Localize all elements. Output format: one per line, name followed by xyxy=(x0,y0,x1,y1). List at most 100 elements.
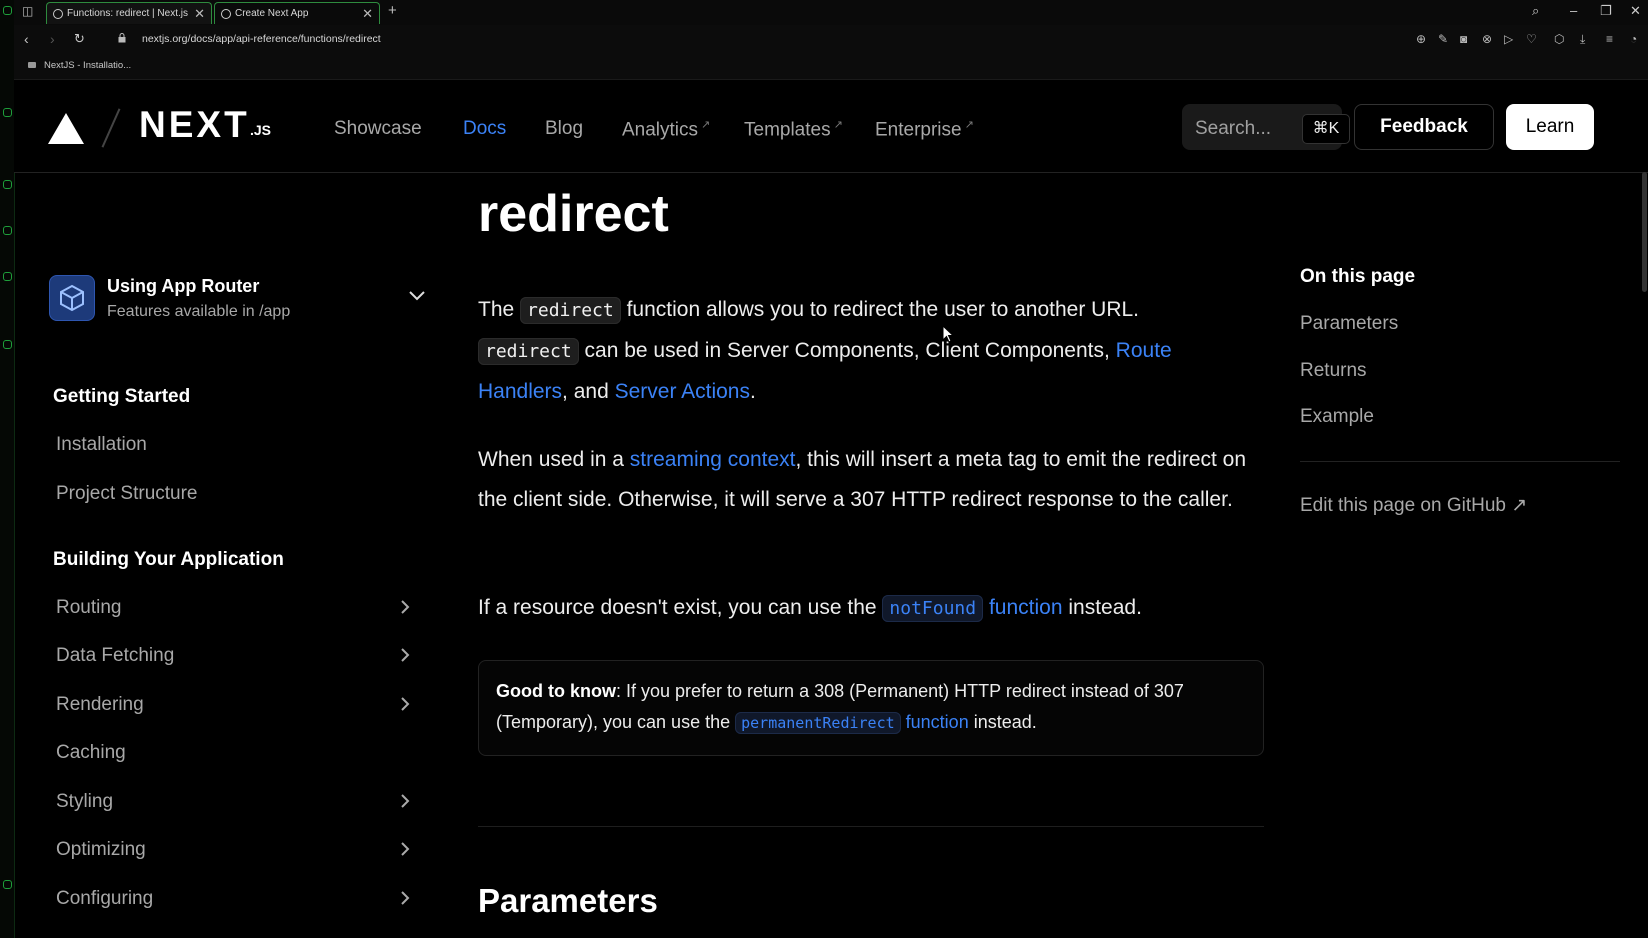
chevron-right-icon xyxy=(401,648,410,662)
logo-divider xyxy=(101,108,121,148)
nav-blog[interactable]: Blog xyxy=(545,118,583,140)
sidebar-heading-building: Building Your Application xyxy=(53,549,284,570)
intro-paragraph: The redirect function allows you to redi… xyxy=(478,297,1172,403)
sidebar-item-optimizing[interactable]: Optimizing xyxy=(56,839,410,873)
learn-button[interactable]: Learn xyxy=(1506,104,1594,150)
permanent-redirect-code-link[interactable]: permanentRedirect xyxy=(735,712,901,734)
router-selector-subtitle: Features available in /app xyxy=(107,303,291,320)
bookmark-favicon-icon xyxy=(28,62,36,68)
nav-enterprise[interactable]: Enterprise ↗ xyxy=(875,118,974,141)
chevron-right-icon xyxy=(401,842,410,856)
reload-icon[interactable]: ↻ xyxy=(74,31,85,47)
chevron-right-icon xyxy=(401,600,410,614)
external-link-icon: ↗ xyxy=(701,119,711,131)
globe-favicon-icon xyxy=(221,9,231,19)
tab-overview-icon[interactable]: ◫ xyxy=(22,4,33,18)
feedback-button[interactable]: Feedback xyxy=(1354,104,1494,150)
sidebar-item-project-structure[interactable]: Project Structure xyxy=(56,483,410,517)
cube-icon[interactable]: ⬡ xyxy=(1554,32,1564,46)
tab-title: Create Next App xyxy=(235,8,309,19)
notfound-code-link[interactable]: notFound xyxy=(882,595,984,622)
external-link-icon: ↗ xyxy=(833,119,843,131)
chevron-right-icon xyxy=(401,891,410,905)
search-tabs-icon[interactable]: ⌕ xyxy=(1532,3,1539,19)
download-icon[interactable]: ⤓ xyxy=(1580,32,1585,47)
close-tab-icon[interactable]: ✕ xyxy=(194,3,205,24)
section-divider xyxy=(478,826,1264,827)
router-selector-title[interactable]: Using App Router xyxy=(107,276,259,297)
external-link-icon: ↗ xyxy=(1511,495,1528,516)
mouse-cursor-icon xyxy=(942,325,954,343)
chevron-right-icon xyxy=(401,697,410,711)
sidebar-item-caching[interactable]: Caching xyxy=(56,742,410,776)
parameters-heading: Parameters xyxy=(478,882,658,919)
lock-icon xyxy=(118,33,126,43)
sidebar-heading-getting-started: Getting Started xyxy=(53,386,191,407)
browser-tab-bar: ◫ Functions: redirect | Next.js ✕ Create… xyxy=(14,0,1648,26)
server-actions-link[interactable]: Server Actions xyxy=(615,380,750,403)
close-tab-icon[interactable]: ✕ xyxy=(362,3,373,24)
rail-icon xyxy=(3,226,12,235)
sidebar-item-routing[interactable]: Routing xyxy=(56,597,410,631)
send-icon[interactable]: ▷ xyxy=(1504,32,1513,46)
new-tab-button[interactable]: + xyxy=(388,2,397,19)
nextjs-logo-suffix: .JS xyxy=(250,122,272,138)
edit-icon[interactable]: ✎ xyxy=(1438,32,1448,46)
toc-title: On this page xyxy=(1300,266,1416,287)
tab-redirect[interactable]: Functions: redirect | Next.js ✕ xyxy=(46,2,212,24)
bookmark-installation[interactable]: NextJS - Installatio... xyxy=(44,60,131,71)
notfound-function-link[interactable]: function xyxy=(989,596,1063,619)
search-placeholder: Search... xyxy=(1195,118,1272,139)
page-scrollbar[interactable] xyxy=(1642,172,1647,292)
close-window-icon[interactable]: ✕ xyxy=(1630,3,1641,19)
forward-icon[interactable]: › xyxy=(50,31,55,47)
callout-text: Good to know: If you prefer to return a … xyxy=(496,681,1184,734)
rail-icon xyxy=(3,272,12,281)
sidebar-item-rendering[interactable]: Rendering xyxy=(56,694,410,728)
heart-icon[interactable]: ♡ xyxy=(1526,32,1537,46)
toc-divider xyxy=(1300,461,1620,462)
zoom-icon[interactable]: ⊕ xyxy=(1416,32,1426,46)
vercel-triangle-icon[interactable] xyxy=(48,113,84,144)
sidebar-item-configuring[interactable]: Configuring xyxy=(56,888,410,922)
nav-docs[interactable]: Docs xyxy=(463,118,506,140)
nav-analytics[interactable]: Analytics ↗ xyxy=(622,118,710,141)
search-shortcut-badge: ⌘K xyxy=(1302,114,1350,144)
page-title: redirect xyxy=(478,185,669,243)
back-icon[interactable]: ‹ xyxy=(24,31,29,47)
toc-link-parameters[interactable]: Parameters xyxy=(1300,313,1398,335)
rail-icon xyxy=(3,180,12,189)
sidebar-item-styling[interactable]: Styling xyxy=(56,791,410,825)
nextjs-favicon-icon xyxy=(53,9,63,19)
toc-link-returns[interactable]: Returns xyxy=(1300,360,1367,382)
restore-icon[interactable]: ❐ xyxy=(1600,3,1612,19)
nav-showcase[interactable]: Showcase xyxy=(334,118,422,140)
bookmarks-bar: NextJS - Installatio... xyxy=(14,53,1648,80)
rail-icon xyxy=(3,340,12,349)
chevron-down-icon[interactable] xyxy=(408,290,426,302)
camera-icon[interactable]: ◙ xyxy=(1460,32,1467,46)
permanent-redirect-function-link[interactable]: function xyxy=(906,712,969,732)
inline-code: redirect xyxy=(520,297,621,324)
minimize-icon[interactable]: – xyxy=(1570,3,1577,18)
rail-icon xyxy=(3,880,12,889)
streaming-paragraph: When used in a streaming context, this w… xyxy=(478,448,1247,511)
tab-create-next-app[interactable]: Create Next App ✕ xyxy=(214,2,380,24)
url-input[interactable]: nextjs.org/docs/app/api-reference/functi… xyxy=(142,33,381,45)
address-bar-row: ‹ › ↻ nextjs.org/docs/app/api-reference/… xyxy=(14,25,1648,53)
rail-icon xyxy=(3,108,12,117)
block-icon[interactable]: ⊗ xyxy=(1482,32,1492,46)
sidebar-item-installation[interactable]: Installation xyxy=(56,434,410,468)
nextjs-logo[interactable]: NEXT xyxy=(139,104,250,146)
toc-link-example[interactable]: Example xyxy=(1300,406,1374,428)
edit-on-github-link[interactable]: Edit this page on GitHub ↗ xyxy=(1300,494,1527,517)
profile-icon[interactable]: ◔ xyxy=(1630,32,1637,46)
notfound-paragraph: If a resource doesn't exist, you can use… xyxy=(478,588,1258,629)
sidebar-item-data-fetching[interactable]: Data Fetching xyxy=(56,645,410,679)
system-side-rail xyxy=(0,0,15,938)
rail-icon xyxy=(3,6,12,15)
inline-code: redirect xyxy=(478,338,579,365)
menu-icon[interactable]: ≡ xyxy=(1606,32,1613,46)
nav-templates[interactable]: Templates ↗ xyxy=(744,118,843,141)
streaming-context-link[interactable]: streaming context xyxy=(630,448,796,471)
